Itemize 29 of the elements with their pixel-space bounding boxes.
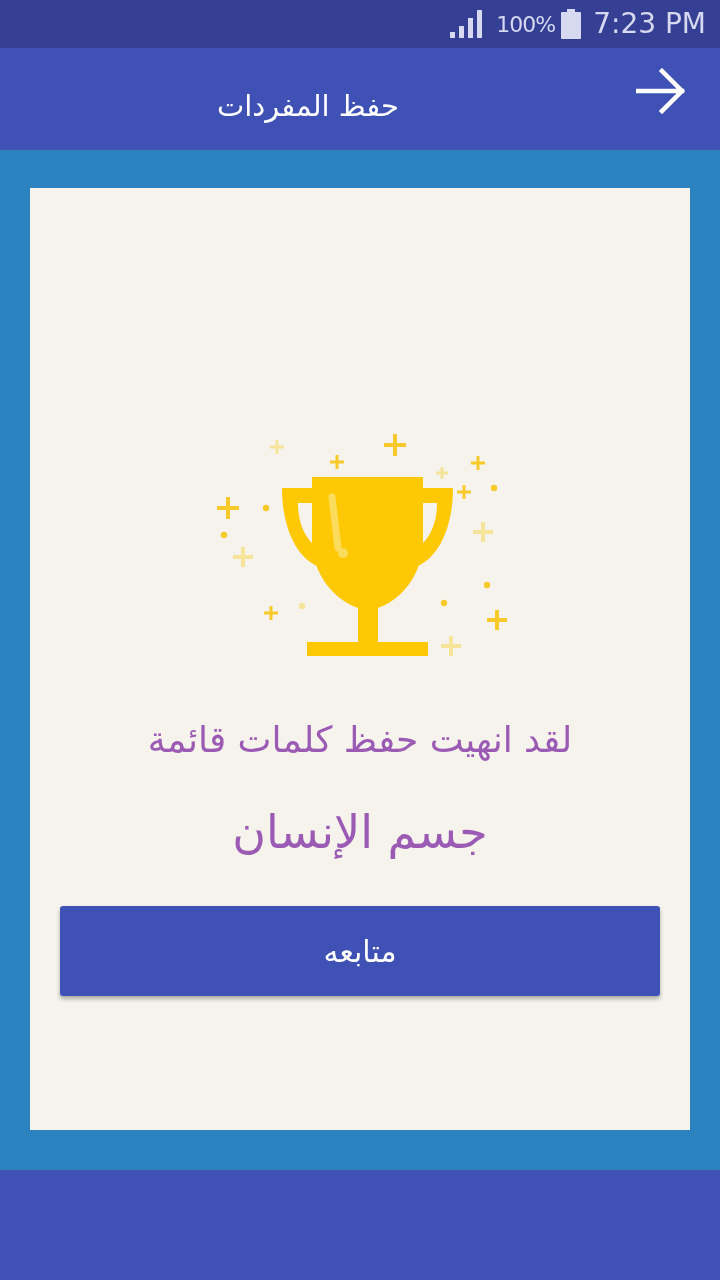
sparkle-icon bbox=[330, 455, 344, 469]
status-time: 7:23 PM bbox=[593, 6, 706, 42]
dot-icon bbox=[490, 484, 498, 492]
sparkle-icon bbox=[441, 636, 461, 656]
dot-icon bbox=[440, 599, 448, 607]
list-name: جسم الإنسان bbox=[232, 805, 488, 861]
sparkle-icon bbox=[487, 610, 507, 630]
continue-button[interactable]: متابعه bbox=[60, 906, 660, 997]
completion-message: لقد انهيت حفظ كلمات قائمة bbox=[147, 718, 573, 762]
battery-percent: 100% bbox=[496, 10, 556, 39]
battery-icon bbox=[561, 9, 582, 39]
trophy-icon bbox=[282, 477, 453, 656]
back-button[interactable] bbox=[636, 68, 686, 114]
arrow-right-icon bbox=[636, 68, 686, 114]
sparkle-icon bbox=[473, 522, 493, 542]
sparkle-icon bbox=[233, 547, 253, 567]
dot-icon bbox=[262, 504, 270, 512]
dot-icon bbox=[220, 531, 228, 539]
dot-icon bbox=[483, 581, 491, 589]
sparkle-icon bbox=[384, 434, 406, 456]
sparkle-icon bbox=[436, 467, 448, 479]
signal-icon bbox=[450, 10, 485, 38]
sparkle-icon bbox=[270, 440, 284, 454]
dot-icon bbox=[298, 602, 306, 610]
sparkle-icon bbox=[264, 606, 278, 620]
sparkle-icon bbox=[471, 456, 485, 470]
sparkle-icon bbox=[457, 485, 471, 499]
sparkle-icon bbox=[217, 497, 239, 519]
screen-title: حفظ المفردات bbox=[217, 88, 399, 126]
